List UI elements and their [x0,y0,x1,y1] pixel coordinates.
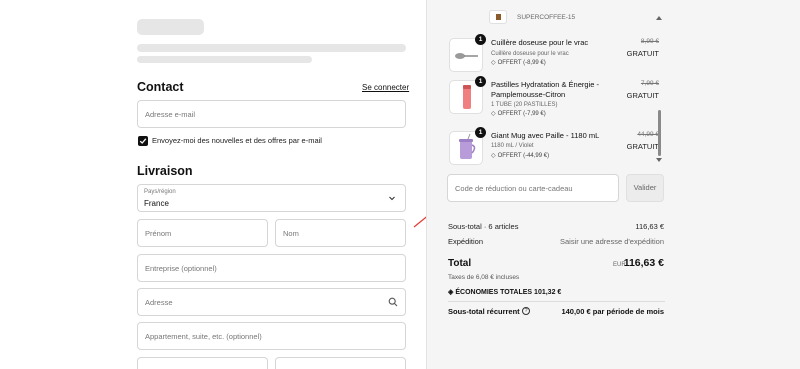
newsletter-label: Envoyez-moi des nouvelles et des offres … [152,136,322,145]
quantity-badge: 1 [475,127,486,138]
discount-code-input[interactable]: Code de réduction ou carte-cadeau [447,174,619,202]
scroll-down-arrow[interactable] [656,158,662,162]
subtotal-value: 116,63 € [635,222,664,231]
total-label: Total [448,258,472,269]
item-price: GRATUIT [626,49,659,58]
top-item-thumb [489,10,507,24]
tax-note: Taxes de 6,08 € incluses [448,274,520,281]
country-select[interactable]: Pays/région France [137,184,406,212]
order-summary-panel: SUPERCOFFEE-15 1 Cuillère doseuse pour l… [426,0,800,369]
delivery-heading: Livraison [137,164,193,178]
item-offer: ◇ OFFERT (-44,99 €) [491,152,549,159]
item-variant: 1180 mL / Violet [491,143,534,149]
top-item-label: SUPERCOFFEE-15 [517,14,576,21]
email-placeholder: Adresse e-mail [145,110,196,119]
last-name-field[interactable]: Nom [275,219,406,247]
shipping-label: Expédition [448,237,484,246]
tag-icon: ◇ [491,111,496,117]
checkout-form-panel: Contact Se connecter Adresse e-mail Envo… [0,0,447,369]
total-value: 116,63 € [623,257,664,269]
item-name: Giant Mug avec Paille - 1180 mL [491,131,600,140]
apartment-placeholder: Appartement, suite, etc. (optionnel) [145,332,262,341]
item-offer-text: OFFERT (-8,99 €) [497,60,546,66]
recurring-subtotal-value: 140,00 € par période de mois [561,307,664,316]
tag-icon: ◇ [491,153,496,159]
login-link[interactable]: Se connecter [362,83,409,92]
address-field[interactable]: Adresse [137,288,406,316]
chevron-down-icon [389,196,395,201]
contact-heading: Contact [137,80,184,94]
item-original-price: 7,99 € [640,80,659,87]
last-name-placeholder: Nom [283,229,299,238]
skeleton-line [137,44,406,52]
savings-tag-icon: ◈ [448,289,454,296]
cart-item: 1 Cuillère doseuse pour le vrac Cuillère… [449,34,665,72]
country-label: Pays/région [144,189,176,195]
address-placeholder: Adresse [145,298,173,307]
recurring-subtotal-label: Sous-total récurrent [448,307,520,316]
item-price: GRATUIT [626,91,659,100]
item-offer-text: OFFERT (-7,99 €) [497,111,546,117]
quantity-badge: 1 [475,34,486,45]
skeleton-logo [137,19,204,35]
first-name-field[interactable]: Prénom [137,219,268,247]
cart-item: 1 Pastilles Hydratation & Énergie - Pamp… [449,76,665,118]
savings-value: 101,32 € [534,289,562,296]
cart-item: 1 Giant Mug avec Paille - 1180 mL 1180 m… [449,127,665,165]
newsletter-checkbox[interactable] [138,136,148,146]
item-offer: ◇ OFFERT (-8,99 €) [491,59,546,66]
search-icon [388,297,398,307]
country-value: France [144,199,169,208]
savings-row: ◈ ÉCONOMIES TOTALES 101,32 € [448,288,561,296]
check-icon [139,138,147,144]
email-field[interactable]: Adresse e-mail [137,100,406,128]
info-icon[interactable]: ? [522,307,530,315]
item-original-price: 44,99 € [637,131,659,138]
savings-label: ÉCONOMIES TOTALES [455,289,533,296]
discount-placeholder: Code de réduction ou carte-cadeau [455,184,573,193]
subtotal-label: Sous-total · 6 articles [448,222,519,231]
item-original-price: 8,99 € [640,38,659,45]
tag-icon: ◇ [491,60,496,66]
company-placeholder: Entreprise (optionnel) [145,264,217,273]
item-variant: Cuillère doseuse pour le vrac [491,51,569,57]
divider [448,301,665,302]
apply-discount-button[interactable]: Valider [626,174,664,202]
item-offer-text: OFFERT (-44,99 €) [497,153,550,159]
company-field[interactable]: Entreprise (optionnel) [137,254,406,282]
city-field[interactable] [275,357,406,369]
item-name: Pastilles Hydratation & Énergie - Pample… [491,80,599,99]
first-name-placeholder: Prénom [145,229,172,238]
postal-code-field[interactable] [137,357,268,369]
skeleton-line [137,56,312,63]
item-price: GRATUIT [626,142,659,151]
apartment-field[interactable]: Appartement, suite, etc. (optionnel) [137,322,406,350]
scrollbar-thumb[interactable] [658,110,661,156]
item-name: Cuillère doseuse pour le vrac [491,38,589,47]
cart-item-list[interactable]: SUPERCOFFEE-15 1 Cuillère doseuse pour l… [427,0,800,166]
shipping-value: Saisir une adresse d'expédition [560,237,664,246]
scroll-up-arrow[interactable] [656,16,662,20]
quantity-badge: 1 [475,76,486,87]
item-variant: 1 TUBE (20 PASTILLES) [491,102,558,108]
item-offer: ◇ OFFERT (-7,99 €) [491,110,546,117]
